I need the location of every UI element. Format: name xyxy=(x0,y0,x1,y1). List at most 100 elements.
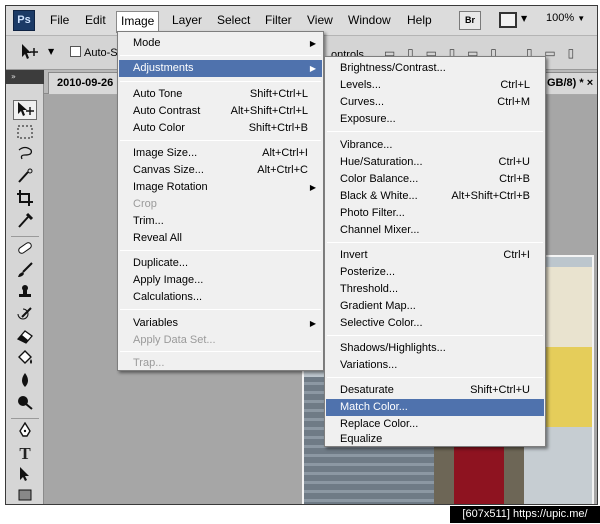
menu-file[interactable]: File xyxy=(46,11,73,31)
type-tool-icon[interactable]: T xyxy=(13,444,37,464)
menu-item-auto-color[interactable]: Auto Color Shift+Ctrl+B xyxy=(119,120,322,137)
menu-item-canvas-size[interactable]: Canvas Size... Alt+Ctrl+C xyxy=(119,162,322,179)
menu-item-trim[interactable]: Trim... xyxy=(119,213,322,230)
menu-item-auto-tone[interactable]: Auto Tone Shift+Ctrl+L xyxy=(119,86,322,103)
menu-separator xyxy=(120,55,321,56)
menu-item-label: Shadows/Highlights... xyxy=(340,342,446,354)
menu-item-label: Match Color... xyxy=(340,401,408,413)
eraser-tool-icon[interactable] xyxy=(13,328,37,348)
menu-layer[interactable]: Layer xyxy=(168,11,206,31)
zoom-level-select[interactable]: 100% ▼ xyxy=(546,12,585,24)
menu-item-shortcut: Ctrl+B xyxy=(499,173,530,185)
menu-item-auto-contrast[interactable]: Auto Contrast Alt+Shift+Ctrl+L xyxy=(119,103,322,120)
menu-item-duplicate[interactable]: Duplicate... xyxy=(119,255,322,272)
screen-mode-icon[interactable] xyxy=(499,12,517,28)
menu-item-shortcut: Alt+Shift+Ctrl+L xyxy=(230,105,308,117)
document-tab-active[interactable]: GB/8) * × xyxy=(544,72,597,94)
menu-item-label: Reveal All xyxy=(133,232,182,244)
menu-edit[interactable]: Edit xyxy=(81,11,110,31)
history-brush-tool-icon[interactable] xyxy=(13,306,37,326)
menu-item-label: Apply Image... xyxy=(133,274,204,286)
menu-select[interactable]: Select xyxy=(213,11,254,31)
menu-separator xyxy=(327,335,543,336)
menu-item-shortcut: Shift+Ctrl+U xyxy=(470,384,530,396)
menu-item-shortcut: Shift+Ctrl+B xyxy=(248,122,308,134)
menu-separator xyxy=(327,131,543,132)
move-tool-icon[interactable] xyxy=(20,43,40,65)
menu-item-adjustments[interactable]: Adjustments ▶ xyxy=(119,60,322,77)
menu-item-vibrance[interactable]: Vibrance... xyxy=(326,137,544,154)
zoom-value: 100% xyxy=(546,12,575,24)
document-tab-title: GB/8) * xyxy=(547,77,584,89)
checkbox-box[interactable] xyxy=(70,46,81,57)
menu-item-label: Posterize... xyxy=(340,266,396,278)
toolbox-header[interactable]: » xyxy=(6,70,44,84)
menu-item-image-rotation[interactable]: Image Rotation ▶ xyxy=(119,179,322,196)
menu-image[interactable]: Image xyxy=(116,11,160,33)
menu-item-brightness-contrast[interactable]: Brightness/Contrast... xyxy=(326,60,544,77)
brush-tool-icon[interactable] xyxy=(13,262,37,282)
menu-item-calculations[interactable]: Calculations... xyxy=(119,289,322,306)
menu-item-label: Exposure... xyxy=(340,113,396,125)
menu-item-label: Crop xyxy=(133,198,157,210)
close-icon[interactable]: × xyxy=(587,77,593,89)
menu-item-label: Brightness/Contrast... xyxy=(340,62,446,74)
menu-item-variations[interactable]: Variations... xyxy=(326,357,544,374)
quick-select-tool-icon[interactable] xyxy=(13,168,37,188)
menu-item-mode[interactable]: Mode ▶ xyxy=(119,35,322,52)
menu-item-apply-data-set: Apply Data Set... xyxy=(119,332,322,349)
blur-tool-icon[interactable] xyxy=(13,372,37,392)
menu-item-label: Image Size... xyxy=(133,147,198,159)
chevron-right-icon: ▶ xyxy=(309,183,316,192)
pen-tool-icon[interactable] xyxy=(13,421,37,442)
menu-item-reveal-all[interactable]: Reveal All xyxy=(119,230,322,247)
menu-item-color-balance[interactable]: Color Balance... Ctrl+B xyxy=(326,171,544,188)
menu-item-replace-color[interactable]: Replace Color... xyxy=(326,416,544,433)
menu-item-selective-color[interactable]: Selective Color... xyxy=(326,315,544,332)
eyedropper-tool-icon[interactable] xyxy=(13,212,37,232)
menu-item-label: Equalize xyxy=(340,433,383,445)
menu-item-photo-filter[interactable]: Photo Filter... xyxy=(326,205,544,222)
crop-tool-icon[interactable] xyxy=(13,190,37,210)
auto-select-label: Auto-S xyxy=(84,47,118,59)
watermark-label: [607x511] https://upic.me/ xyxy=(450,506,600,523)
menu-help[interactable]: Help xyxy=(403,11,436,31)
menu-item-shadows-highlights[interactable]: Shadows/Highlights... xyxy=(326,340,544,357)
chevron-down-icon[interactable]: ▼ xyxy=(48,47,54,56)
marquee-tool-icon[interactable] xyxy=(13,124,37,144)
menu-item-shortcut: Ctrl+L xyxy=(500,79,530,91)
bridge-button[interactable]: Br xyxy=(459,11,481,30)
shape-tool-icon[interactable] xyxy=(13,486,37,504)
auto-select-checkbox[interactable]: Auto-S xyxy=(70,46,118,59)
healing-brush-tool-icon[interactable] xyxy=(13,240,37,260)
menu-item-threshold[interactable]: Threshold... xyxy=(326,281,544,298)
menu-item-match-color[interactable]: Match Color... xyxy=(326,399,544,416)
menu-window[interactable]: Window xyxy=(344,11,395,31)
clone-stamp-tool-icon[interactable] xyxy=(13,284,37,304)
menu-item-gradient-map[interactable]: Gradient Map... xyxy=(326,298,544,315)
menu-item-variables[interactable]: Variables ▶ xyxy=(119,315,322,332)
menu-item-posterize[interactable]: Posterize... xyxy=(326,264,544,281)
menu-item-hue-saturation[interactable]: Hue/Saturation... Ctrl+U xyxy=(326,154,544,171)
menu-item-label: Apply Data Set... xyxy=(133,334,216,346)
menu-item-black-white[interactable]: Black & White... Alt+Shift+Ctrl+B xyxy=(326,188,544,205)
move-tool-icon[interactable] xyxy=(13,100,37,120)
menu-separator xyxy=(120,140,321,141)
dodge-tool-icon[interactable] xyxy=(13,394,37,414)
menu-item-invert[interactable]: Invert Ctrl+I xyxy=(326,247,544,264)
image-region-yellow xyxy=(539,347,592,427)
menu-item-channel-mixer[interactable]: Channel Mixer... xyxy=(326,222,544,239)
menu-item-apply-image[interactable]: Apply Image... xyxy=(119,272,322,289)
menu-view[interactable]: View xyxy=(303,11,337,31)
menu-item-curves[interactable]: Curves... Ctrl+M xyxy=(326,94,544,111)
menu-filter[interactable]: Filter xyxy=(261,11,296,31)
paint-bucket-tool-icon[interactable] xyxy=(13,350,37,370)
path-selection-tool-icon[interactable] xyxy=(13,466,37,486)
menu-item-equalize[interactable]: Equalize xyxy=(326,433,544,446)
menu-item-exposure[interactable]: Exposure... xyxy=(326,111,544,128)
menu-item-image-size[interactable]: Image Size... Alt+Ctrl+I xyxy=(119,145,322,162)
menu-item-levels[interactable]: Levels... Ctrl+L xyxy=(326,77,544,94)
menu-item-desaturate[interactable]: Desaturate Shift+Ctrl+U xyxy=(326,382,544,399)
chevron-down-icon[interactable]: ▼ xyxy=(521,14,527,23)
lasso-tool-icon[interactable] xyxy=(13,146,37,166)
